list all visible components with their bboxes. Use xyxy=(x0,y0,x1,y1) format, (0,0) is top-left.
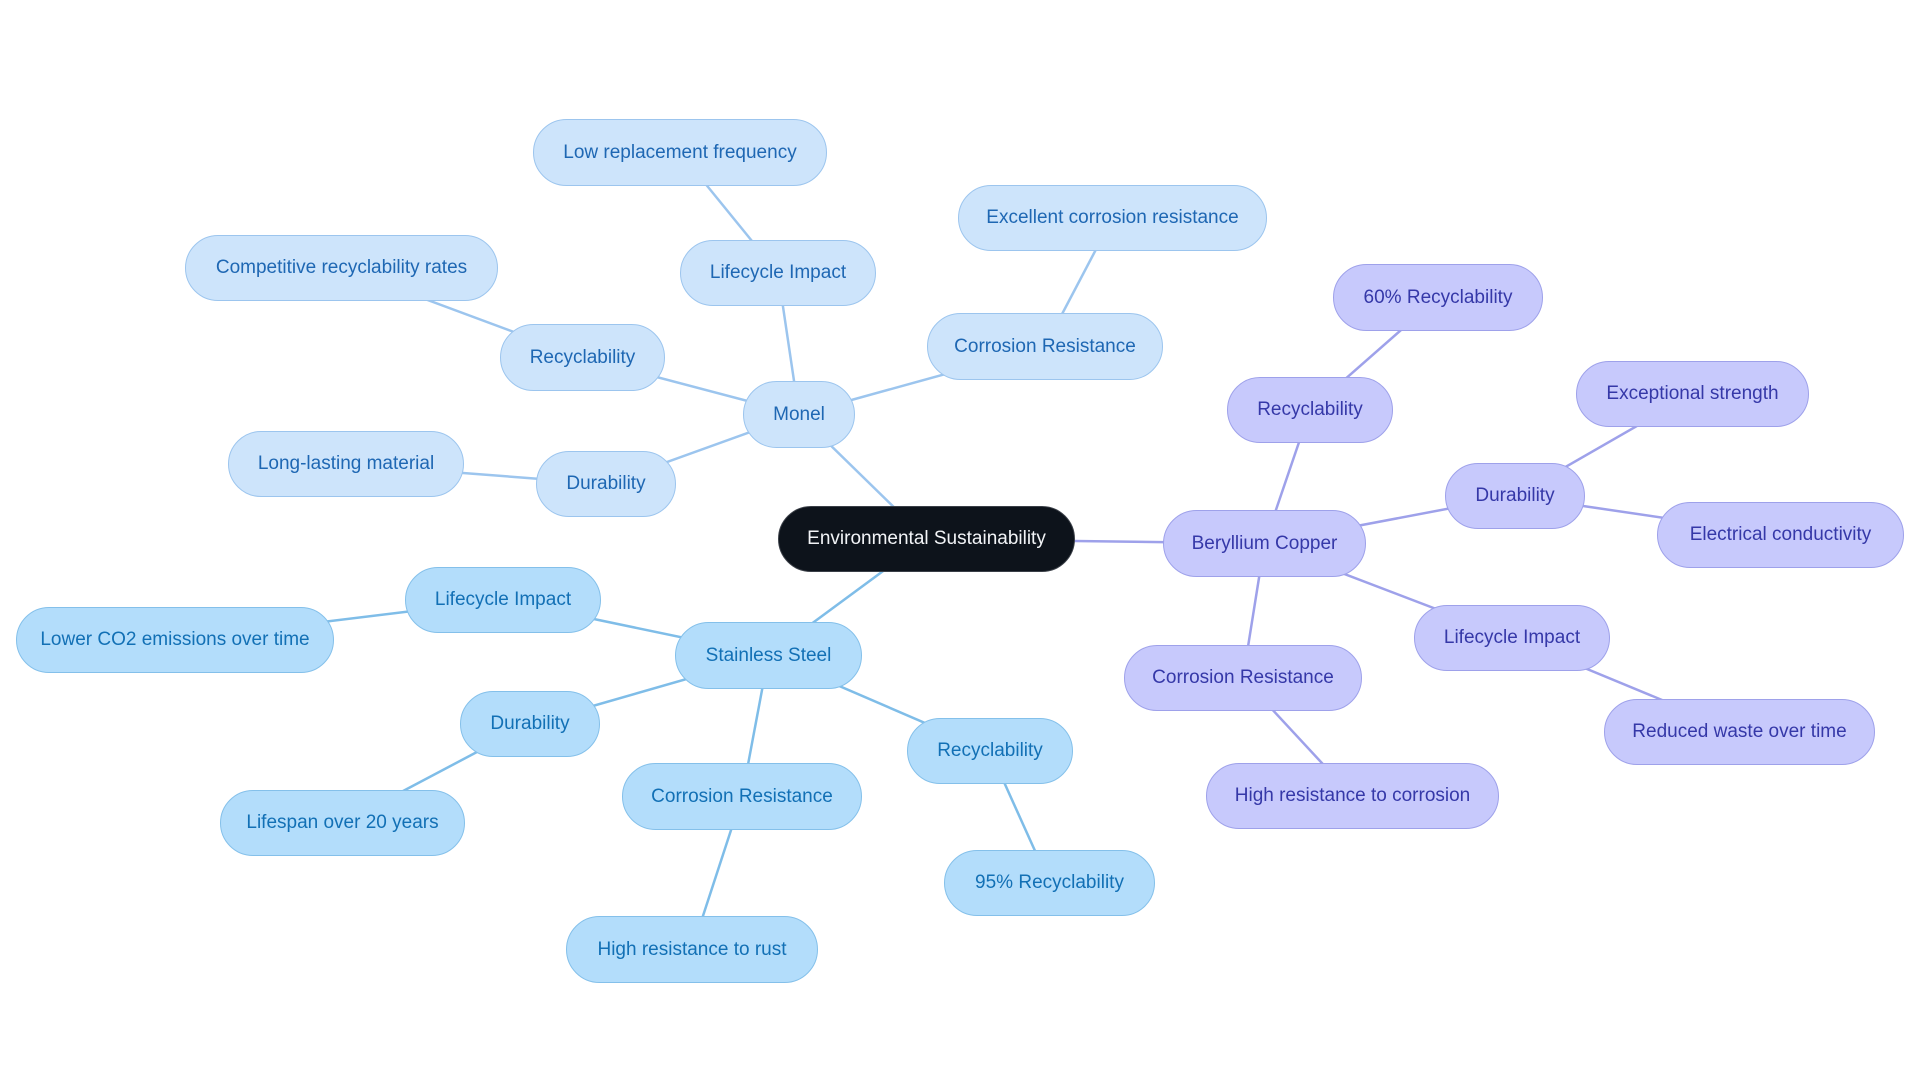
monel-durability-leaf[interactable]: Long-lasting material xyxy=(228,431,464,497)
monel-recyclability-node[interactable]: Recyclability xyxy=(500,324,665,391)
node-label: Corrosion Resistance xyxy=(1152,667,1334,688)
node-label: 95% Recyclability xyxy=(975,872,1124,893)
node-label: Stainless Steel xyxy=(705,644,832,666)
node-label: Lifespan over 20 years xyxy=(246,812,439,833)
beryl-durability-leaf-conductivity[interactable]: Electrical conductivity xyxy=(1657,502,1904,568)
node-label: Durability xyxy=(566,473,646,494)
monel-durability-node[interactable]: Durability xyxy=(536,451,676,517)
steel-durability-leaf[interactable]: Lifespan over 20 years xyxy=(220,790,465,856)
monel-recyclability-leaf[interactable]: Competitive recyclability rates xyxy=(185,235,498,301)
node-label: Exceptional strength xyxy=(1606,383,1779,404)
beryl-durability-leaf-strength[interactable]: Exceptional strength xyxy=(1576,361,1809,427)
beryl-durability-node[interactable]: Durability xyxy=(1445,463,1585,529)
beryl-lifecycle-node[interactable]: Lifecycle Impact xyxy=(1414,605,1610,671)
steel-recyclability-leaf[interactable]: 95% Recyclability xyxy=(944,850,1155,916)
monel-node[interactable]: Monel xyxy=(743,381,855,448)
node-label: Corrosion Resistance xyxy=(954,335,1136,357)
node-label: Lifecycle Impact xyxy=(1443,627,1581,648)
beryl-recyclability-node[interactable]: Recyclability xyxy=(1227,377,1393,443)
node-label: Electrical conductivity xyxy=(1689,524,1872,545)
node-label: Competitive recyclability rates xyxy=(215,257,468,278)
node-label: Monel xyxy=(773,403,825,425)
monel-corrosion-leaf[interactable]: Excellent corrosion resistance xyxy=(958,185,1267,251)
steel-lifecycle-node[interactable]: Lifecycle Impact xyxy=(405,567,601,633)
node-label: Recyclability xyxy=(1257,399,1363,420)
steel-durability-node[interactable]: Durability xyxy=(460,691,600,757)
root-label: Environmental Sustainability xyxy=(807,528,1046,549)
stainless-steel-node[interactable]: Stainless Steel xyxy=(675,622,862,689)
monel-corrosion-node[interactable]: Corrosion Resistance xyxy=(927,313,1163,380)
node-label: Low replacement frequency xyxy=(563,141,797,163)
monel-lifecycle-node[interactable]: Lifecycle Impact xyxy=(680,240,876,306)
node-label: High resistance to rust xyxy=(597,938,787,960)
node-label: Beryllium Copper xyxy=(1191,532,1338,554)
beryl-recyclability-leaf[interactable]: 60% Recyclability xyxy=(1333,264,1543,331)
node-label: High resistance to corrosion xyxy=(1234,785,1471,806)
steel-lifecycle-leaf[interactable]: Lower CO2 emissions over time xyxy=(16,607,334,673)
beryl-corrosion-leaf[interactable]: High resistance to corrosion xyxy=(1206,763,1499,829)
node-label: Corrosion Resistance xyxy=(651,785,833,807)
beryl-corrosion-node[interactable]: Corrosion Resistance xyxy=(1124,645,1362,711)
monel-lifecycle-leaf[interactable]: Low replacement frequency xyxy=(533,119,827,186)
node-label: Recyclability xyxy=(529,346,636,368)
node-label: Durability xyxy=(490,713,570,734)
node-label: 60% Recyclability xyxy=(1363,286,1513,308)
node-label: Recyclability xyxy=(937,740,1043,761)
steel-corrosion-node[interactable]: Corrosion Resistance xyxy=(622,763,862,830)
node-label: Long-lasting material xyxy=(257,453,435,474)
beryllium-copper-node[interactable]: Beryllium Copper xyxy=(1163,510,1366,577)
node-label: Lower CO2 emissions over time xyxy=(40,629,310,650)
steel-recyclability-node[interactable]: Recyclability xyxy=(907,718,1073,784)
beryl-lifecycle-leaf[interactable]: Reduced waste over time xyxy=(1604,699,1875,765)
steel-corrosion-leaf[interactable]: High resistance to rust xyxy=(566,916,818,983)
node-label: Lifecycle Impact xyxy=(709,262,847,283)
node-label: Excellent corrosion resistance xyxy=(986,207,1239,228)
node-label: Lifecycle Impact xyxy=(434,589,572,610)
node-label: Reduced waste over time xyxy=(1632,721,1847,742)
root-node[interactable]: Environmental Sustainability xyxy=(778,506,1075,572)
node-label: Durability xyxy=(1475,485,1555,506)
